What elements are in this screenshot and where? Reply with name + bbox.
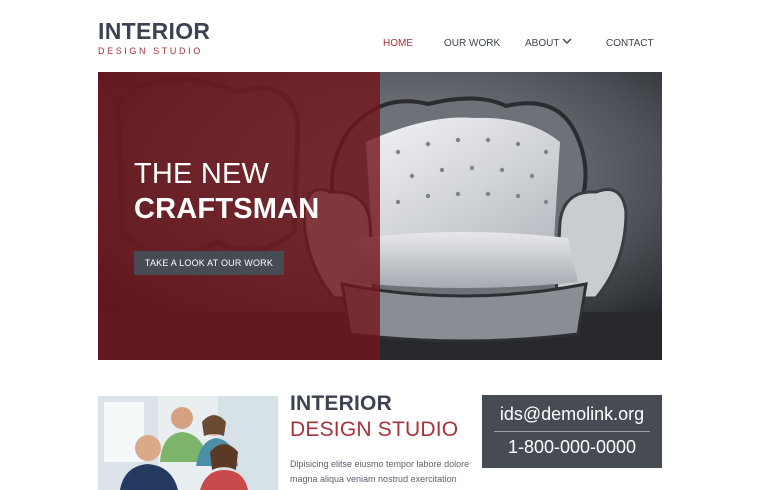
contact-divider [494, 431, 650, 432]
nav-item-our-work[interactable]: OUR WORK [444, 38, 500, 50]
chevron-down-icon[interactable] [562, 37, 572, 45]
team-photo [98, 396, 278, 490]
hero-banner: THE NEW CRAFTSMAN TAKE A LOOK AT OUR WOR… [98, 72, 662, 360]
about-title: INTERIOR [290, 392, 392, 415]
main-nav: HOME OUR WORK ABOUT CONTACT [0, 38, 760, 52]
our-work-button[interactable]: TAKE A LOOK AT OUR WORK [134, 251, 284, 275]
nav-item-home[interactable]: HOME [383, 38, 413, 50]
about-subtitle: DESIGN STUDIO [290, 418, 459, 441]
contact-box: ids@demolink.org 1-800-000-0000 [482, 395, 662, 468]
about-description: Dipisicing elitse eiusmo tempor labore d… [290, 459, 470, 484]
nav-item-about[interactable]: ABOUT [525, 38, 559, 50]
contact-phone: 1-800-000-0000 [507, 437, 637, 457]
nav-item-contact[interactable]: CONTACT [606, 38, 654, 50]
contact-email-link[interactable]: ids@demolink.org [482, 402, 662, 426]
hero-headline-line2: CRAFTSMAN [134, 193, 320, 225]
hero-headline-line1: THE NEW [134, 158, 270, 190]
team-photo-image [98, 396, 278, 490]
